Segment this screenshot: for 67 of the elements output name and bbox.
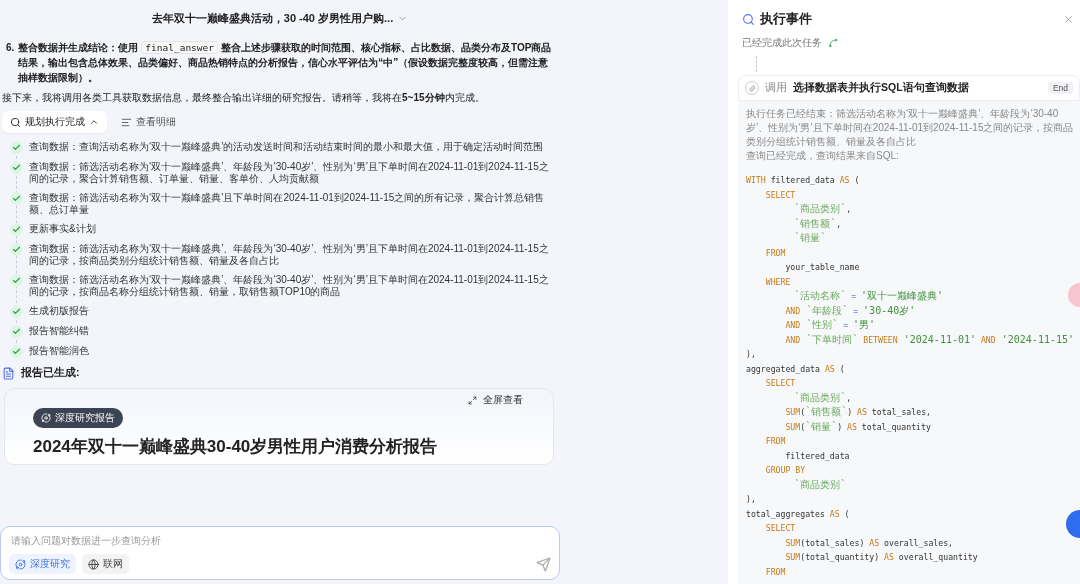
code-line: AND `年龄段` = '30-40岁' (784, 303, 916, 318)
step-text: 查询数据：筛选活动名称为‘双十一巅峰盛典’、年龄段为‘30-40岁’、性别为‘男’且下单时间在2024-11-01到2024-11-15之间的记录，按商品类别分组统计销售额、销量及各自占比 (29, 243, 550, 267)
details-button[interactable]: 查看明细 (115, 114, 182, 130)
step-text: 生成初版报告 (29, 305, 90, 317)
code-line: GROUP BY (764, 464, 806, 477)
code-line: filtered_data (784, 449, 850, 463)
code-line: SELECT (764, 188, 796, 202)
plan-step-text: 整合数据并生成结论：使用 final_answer 整合上述步骤获取的时间范围、核心指标、占比数据、品类分布及TOP商品结果，输出包含总体效果、品类偏好、商品热销特点的分析报告，信心水平评估为“中”（假设数据完整度较高，但需注意抽样数据限制）。 (18, 40, 553, 85)
code-line: FROM (764, 246, 786, 260)
code-line: `销售额`, (793, 216, 842, 231)
chevron-up-icon (89, 117, 99, 127)
code-line: aggregated_data AS ( (746, 362, 845, 376)
code-line: SUM(`销量`) AS total_quantity (784, 419, 931, 434)
code-line: FROM (764, 435, 786, 448)
code-line: your_table_name (784, 261, 860, 274)
call-label: 调用 (765, 81, 787, 95)
search-icon (742, 12, 755, 26)
code-line: SUM(`销售额`) AS total_sales, (784, 405, 932, 419)
code-line: `商品类别`, (793, 202, 852, 216)
code-line: SUM(total_sales) AS overall_sales, (784, 536, 954, 550)
code-line: ), (746, 493, 756, 506)
code-line: WHERE (764, 275, 791, 289)
report-heading: 报告已生成: (21, 366, 80, 380)
code-line: AND `下单时间` BETWEEN '2024-11-01' AND '2024-11-15' (784, 332, 1074, 347)
document-icon (2, 366, 15, 380)
search-icon (10, 116, 21, 128)
code-line: SELECT (764, 522, 796, 535)
code-line: `销量` (793, 231, 827, 245)
code-line: FROM (764, 565, 786, 579)
plan-status-button[interactable]: 规划执行完成 (2, 111, 107, 133)
call-description: 执行任务已经结束：筛选活动名称为‘双十一巅峰盛典’、年龄段为‘30-40岁’、性别为‘男’且下单时间在2024-11-01到2024-11-15之间的记录，按商品类别分组统计销售额、销量及各自占比 (746, 107, 1075, 149)
report-title: 2024年双十一巅峰盛典30-40岁男性用户消费分析报告 (33, 436, 439, 458)
status-text: 已经完成此次任务 (742, 36, 822, 50)
code-line: ), (746, 348, 756, 361)
step-text: 查询数据：筛选活动名称为‘双十一巅峰盛典’且下单时间在2024-11-01到2024-11-15之间的所有记录，聚合计算总销售额、总订单量 (29, 192, 546, 216)
code-line: AND `性别` = '男' (784, 318, 876, 332)
mode-chip[interactable]: 深度研究 (9, 554, 76, 574)
call-note: 查询已经完成，查询结果来自SQL: (746, 149, 900, 163)
step-text: 更新事实&计划 (29, 223, 97, 235)
list-icon (121, 116, 132, 128)
end-tag: End (1047, 82, 1073, 94)
code-line: `商品类别`, (793, 390, 852, 405)
code-line: SELECT (764, 377, 796, 390)
conversation-title: 去年双十一巅峰盛典活动，30 -40 岁男性用户购... (151, 10, 394, 26)
mode-chip[interactable]: 联网 (82, 554, 129, 574)
report-badge: 深度研究报告 (33, 408, 123, 428)
code-line: `商品类别` (793, 477, 847, 492)
send-button[interactable] (536, 556, 551, 572)
list-number: 6. (6, 41, 15, 55)
code-line: total_aggregates AS ( (746, 507, 850, 521)
step-text: 报告智能润色 (29, 345, 90, 357)
orbit-icon (15, 558, 26, 570)
call-title: 选择数据表并执行SQL语句查询数据 (793, 81, 969, 95)
step-text: 查询数据：查询活动名称为‘双十一巅峰盛典’的活动发送时间和活动结束时间的最小和最大值，用于确定活动时间范围 (29, 141, 545, 153)
step-text: 查询数据：筛选活动名称为‘双十一巅峰盛典’、年龄段为‘30-40岁’、性别为‘男’且下单时间在2024-11-01到2024-11-15之间的记录，聚合计算销售额、订单量、销量、客单价、人均贡献额 (29, 161, 550, 185)
step-text: 报告智能纠错 (29, 325, 90, 337)
fullscreen-button[interactable]: 全屏查看 (462, 393, 529, 408)
expand-icon (468, 396, 477, 405)
globe-icon (88, 558, 99, 570)
notice-text: 接下来，我将调用各类工具获取数据信息，最终整合输出详细的研究报告。请稍等，我将在5~15分钟内完成。 (2, 91, 486, 105)
step-text: 查询数据：筛选活动名称为‘双十一巅峰盛典’、年龄段为‘30-40岁’、性别为‘男’且下单时间在2024-11-01到2024-11-15之间的记录，按商品名称分组统计销售额、销量，取销售额TOP10的商品 (29, 274, 550, 298)
close-button[interactable] (1063, 13, 1074, 25)
spline-icon (828, 38, 838, 48)
code-line: SUM(total_quantity) AS overall_quantity (784, 551, 978, 564)
code-line: `活动名称` = '双十一巅峰盛典' (793, 289, 944, 303)
panel-title: 执行事件 (760, 10, 812, 28)
code-line: WITH filtered_data AS ( (746, 174, 860, 187)
